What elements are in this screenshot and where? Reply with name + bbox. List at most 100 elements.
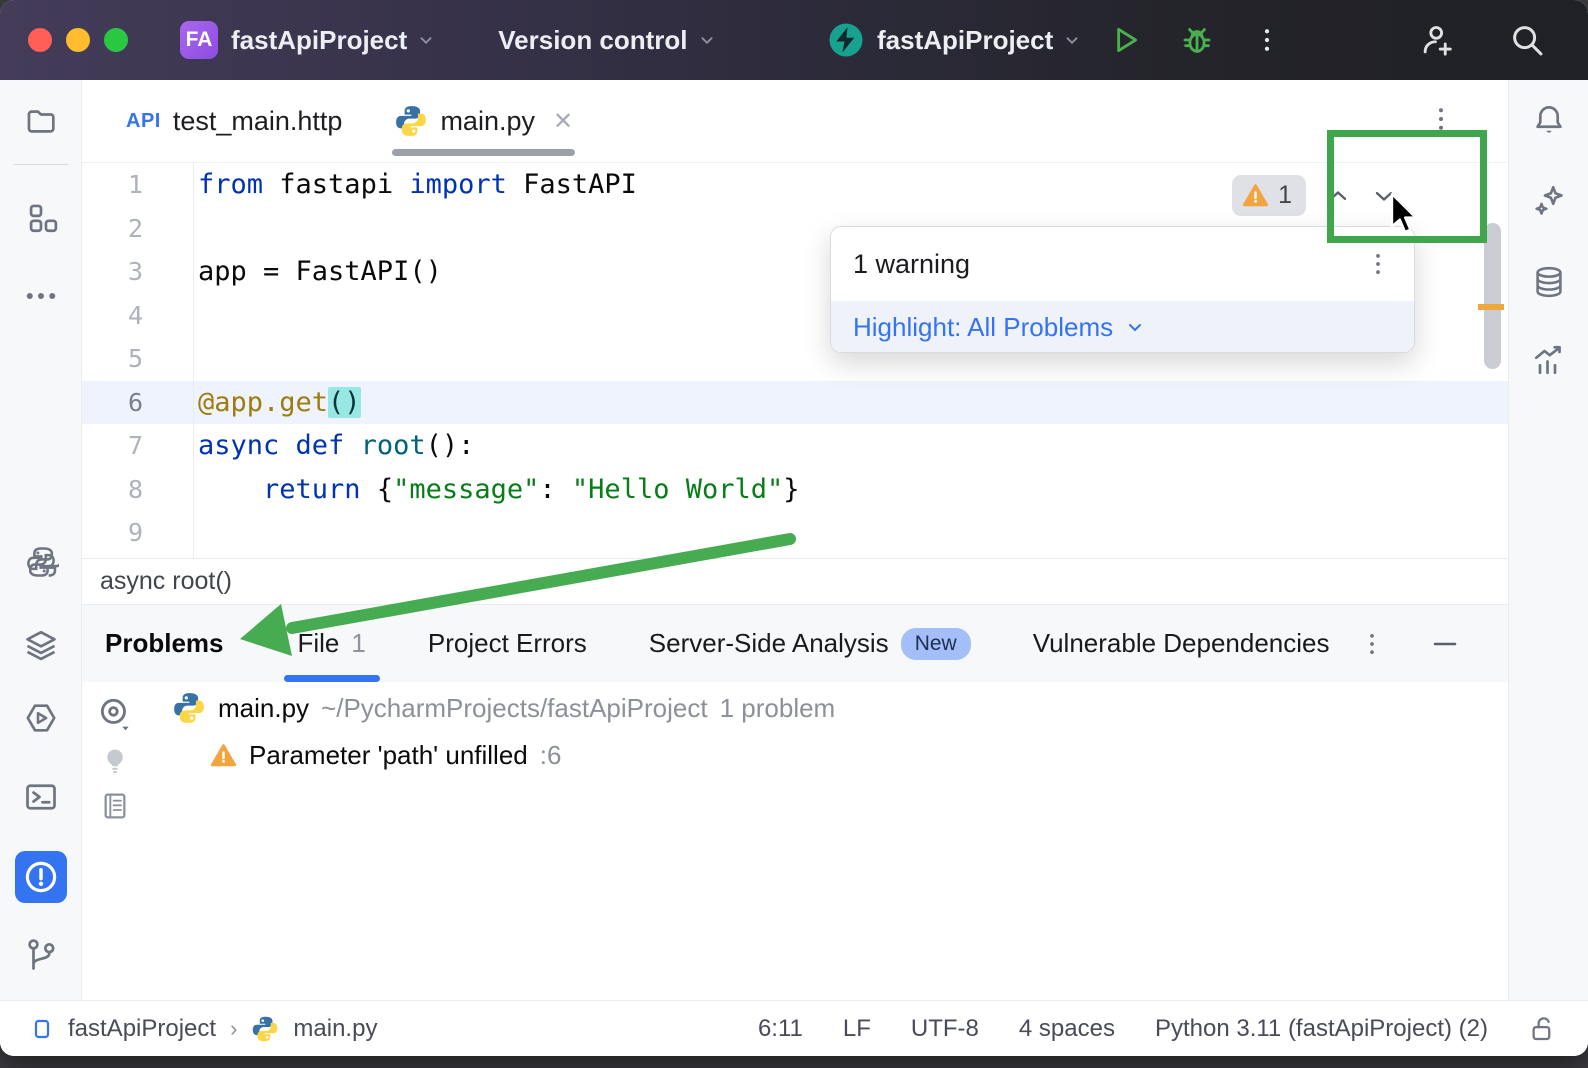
database-icon [1531,264,1567,300]
tab-label: test_main.http [173,106,343,137]
hide-tool-window-minus-icon[interactable] [1430,629,1460,659]
more-actions-kebab-icon[interactable] [1252,25,1282,55]
indent-setting[interactable]: 4 spaces [1019,1015,1115,1043]
services-tool-window-button[interactable] [15,619,67,671]
file-path: ~/PycharmProjects/fastApiProject [321,693,708,724]
debug-button[interactable] [1180,23,1214,57]
view-options-eye-icon[interactable] [96,694,134,732]
code-with-me-add-user-icon[interactable] [1418,21,1456,59]
tab-main-py[interactable]: main.py ✕ [368,80,599,162]
tab-file[interactable]: File 1 [288,605,376,682]
code-text: async def root(): [193,430,474,461]
run-config-name: fastApiProject [877,25,1053,56]
tab-label: main.py [440,106,535,137]
warning-triangle-icon [210,742,237,769]
tool-window-options-kebab-icon[interactable] [1358,630,1386,658]
folder-icon [24,104,58,138]
new-badge: New [901,628,971,660]
code-line-7[interactable]: 7async def root(): [82,424,1508,468]
sparkles-icon [1531,182,1567,218]
more-tool-windows-button[interactable] [15,270,67,322]
code-editor[interactable]: 1from fastapi import FastAPI23app = Fast… [82,163,1508,558]
search-everywhere-icon[interactable] [1508,21,1546,59]
database-button[interactable] [1523,256,1575,308]
tab-label: Vulnerable Dependencies [1033,628,1330,659]
run-button[interactable] [1108,23,1142,57]
highlight-level-selector[interactable]: Highlight: All Problems [831,301,1414,353]
status-project[interactable]: fastApiProject [68,1015,216,1043]
problems-warning-row[interactable]: Parameter 'path' unfilled :6 [210,740,561,771]
popup-options-kebab-icon[interactable] [1364,250,1392,278]
chevron-down-icon [696,29,718,51]
code-line-8[interactable]: 8 return {"message": "Hello World"} [82,468,1508,512]
quick-fix-lightbulb-icon[interactable] [100,746,130,776]
tab-test-main-http[interactable]: API test_main.http [100,80,368,162]
python-icon [172,691,206,725]
ai-assistant-button[interactable] [1523,174,1575,226]
git-tool-window-button[interactable] [15,929,67,981]
structure-tool-window-button[interactable] [15,192,67,244]
line-number: 7 [82,431,193,460]
project-name: fastApiProject [231,25,407,56]
notifications-button[interactable] [1523,94,1575,146]
code-line-9[interactable]: 9 [82,511,1508,555]
project-widget[interactable]: fastApiProject [218,25,437,56]
close-window-button[interactable] [28,28,52,52]
description-document-icon[interactable] [99,790,131,822]
run-tool-window-button[interactable] [15,692,67,744]
tab-project-errors[interactable]: Project Errors [418,605,597,682]
endpoints-chart-button[interactable] [1523,334,1575,386]
tab-label: Server-Side Analysis [649,628,889,659]
close-tab-icon[interactable]: ✕ [553,107,573,136]
chevron-down-icon [1061,29,1083,51]
inspection-widget: 1 [1232,175,1398,216]
code-text: @app.get() [193,387,361,418]
bell-icon [1531,102,1567,138]
tab-vulnerable-dependencies[interactable]: Vulnerable Dependencies [1023,605,1340,682]
left-tool-window-bar [0,80,82,1000]
python-packages-tool-window-button[interactable] [15,536,67,588]
editor-scrollbar[interactable] [1484,223,1501,369]
next-problem-chevron-down-icon[interactable] [1370,182,1398,210]
project-square-icon [30,1017,54,1041]
version-control-menu[interactable]: Version control [485,25,717,56]
tab-label: Project Errors [428,628,587,659]
tab-options-kebab-icon[interactable] [1426,104,1456,134]
breadcrumb-text[interactable]: async root() [100,567,232,596]
project-tool-window-button[interactable] [15,95,67,147]
python-interpreter[interactable]: Python 3.11 (fastApiProject) (2) [1155,1015,1488,1043]
file-encoding[interactable]: UTF-8 [911,1015,979,1043]
terminal-icon [23,779,59,815]
python-icon [394,104,428,138]
line-number: 8 [82,475,193,504]
code-text: app = FastAPI() [193,256,442,287]
problems-file-row[interactable]: main.py ~/PycharmProjects/fastApiProject… [172,691,835,725]
python-icon [251,1015,279,1043]
problems-tool-window-button[interactable] [15,851,67,903]
terminal-tool-window-button[interactable] [15,771,67,823]
git-branch-icon [23,937,59,973]
caret-position[interactable]: 6:11 [758,1015,803,1043]
pycharm-window: FA fastApiProject Version control fastAp… [0,0,1588,1056]
code-line-6[interactable]: 6@app.get() [82,381,1508,425]
tab-count: 1 [351,628,365,659]
project-icon[interactable]: FA [180,21,218,59]
minimize-window-button[interactable] [66,28,90,52]
status-file[interactable]: main.py [293,1015,377,1043]
structure-icon [24,201,58,235]
warnings-badge[interactable]: 1 [1232,175,1306,216]
run-configuration-widget[interactable]: fastApiProject [828,22,1083,58]
tab-server-side-analysis[interactable]: Server-Side Analysis New [639,605,981,682]
line-ending[interactable]: LF [843,1015,871,1043]
chevron-down-icon [415,29,437,51]
problems-title[interactable]: Problems [105,628,224,659]
layers-icon [23,627,59,663]
zoom-window-button[interactable] [104,28,128,52]
more-horizontal-icon [23,278,59,314]
hexagon-play-icon [23,700,59,736]
unlocked-padlock-icon[interactable] [1528,1014,1558,1044]
inspection-popup: 1 warning Highlight: All Problems [830,226,1415,353]
previous-problem-chevron-up-icon[interactable] [1324,182,1352,210]
chevron-down-icon [1123,315,1147,339]
warning-stripe-mark[interactable] [1478,304,1504,310]
